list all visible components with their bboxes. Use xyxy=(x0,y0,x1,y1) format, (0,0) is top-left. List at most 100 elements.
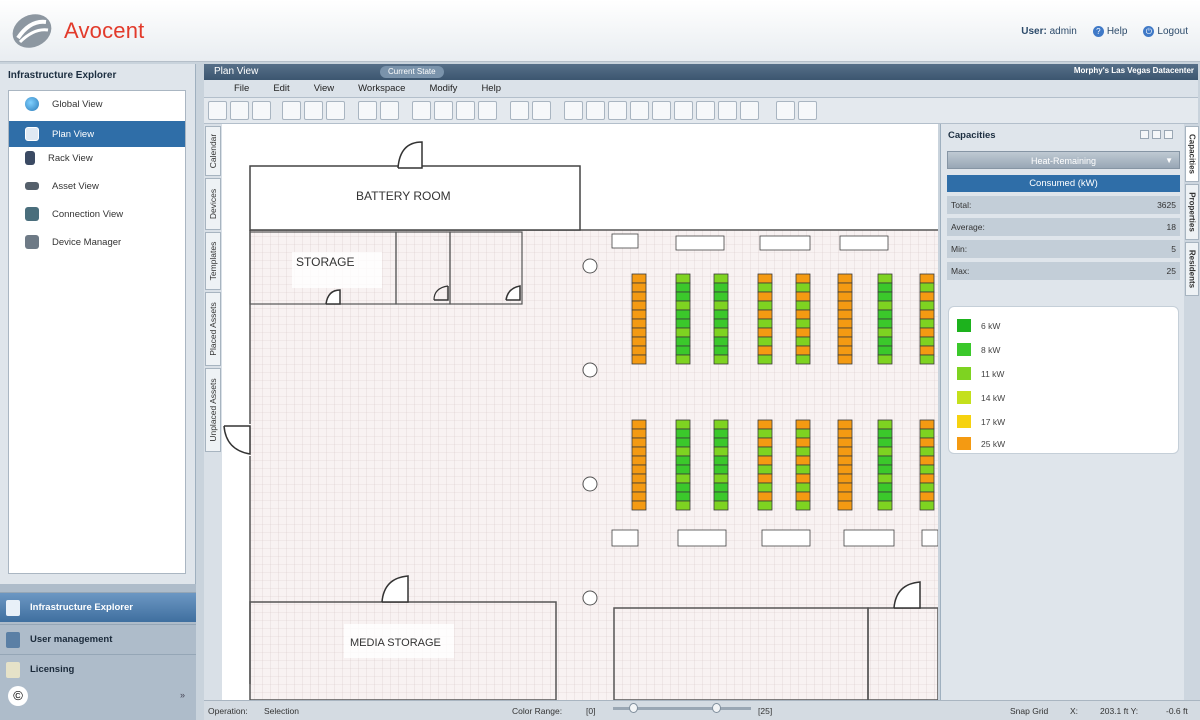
rack-unit[interactable] xyxy=(631,428,647,439)
rack-unit[interactable] xyxy=(713,291,729,302)
rack-unit[interactable] xyxy=(919,309,935,320)
rack-unit[interactable] xyxy=(837,273,853,284)
rack-unit[interactable] xyxy=(837,464,853,475)
rack-unit[interactable] xyxy=(675,482,691,493)
rack-unit[interactable] xyxy=(631,464,647,475)
rack-unit[interactable] xyxy=(631,327,647,338)
rack-unit[interactable] xyxy=(795,327,811,338)
rack-unit[interactable] xyxy=(631,482,647,493)
paste-icon[interactable] xyxy=(326,101,345,120)
rack-unit[interactable] xyxy=(675,354,691,365)
menu-workspace[interactable]: Workspace xyxy=(346,80,417,97)
rack-unit[interactable] xyxy=(631,300,647,311)
circle-tool-icon[interactable] xyxy=(652,101,671,120)
rack-unit[interactable] xyxy=(877,309,893,320)
nav-device-manager[interactable]: Device Manager xyxy=(9,229,185,255)
menu-modify[interactable]: Modify xyxy=(417,80,469,97)
rack-unit[interactable] xyxy=(795,446,811,457)
rack-unit[interactable] xyxy=(675,336,691,347)
rack-unit[interactable] xyxy=(919,500,935,511)
rack-unit[interactable] xyxy=(837,318,853,329)
rack-unit[interactable] xyxy=(757,428,773,439)
rack-unit[interactable] xyxy=(877,446,893,457)
slider-max-handle[interactable] xyxy=(712,703,721,713)
rack-unit[interactable] xyxy=(795,500,811,511)
nav-plan-view[interactable]: Plan View xyxy=(9,121,185,147)
rack-unit[interactable] xyxy=(837,282,853,293)
window-tool-icon[interactable] xyxy=(740,101,759,120)
rack-unit[interactable] xyxy=(795,318,811,329)
rack-unit[interactable] xyxy=(877,273,893,284)
zoom-reset-icon[interactable] xyxy=(478,101,497,120)
rack-unit[interactable] xyxy=(757,419,773,430)
rack-unit[interactable] xyxy=(631,354,647,365)
rack-unit[interactable] xyxy=(675,491,691,502)
rack-unit[interactable] xyxy=(757,437,773,448)
undo-icon[interactable] xyxy=(358,101,377,120)
rack-unit[interactable] xyxy=(877,354,893,365)
rack-unit[interactable] xyxy=(713,446,729,457)
rack-unit[interactable] xyxy=(795,482,811,493)
rack-unit[interactable] xyxy=(837,345,853,356)
rack-unit[interactable] xyxy=(837,336,853,347)
rack-unit[interactable] xyxy=(631,500,647,511)
rack-unit[interactable] xyxy=(919,437,935,448)
rack-unit[interactable] xyxy=(675,318,691,329)
rack-unit[interactable] xyxy=(675,300,691,311)
rack-unit[interactable] xyxy=(757,464,773,475)
cooling-unit[interactable] xyxy=(843,529,895,547)
rack-unit[interactable] xyxy=(757,491,773,502)
rack-unit[interactable] xyxy=(837,500,853,511)
rack-unit[interactable] xyxy=(919,419,935,430)
rack-unit[interactable] xyxy=(631,473,647,484)
image-tool-icon[interactable] xyxy=(630,101,649,120)
slider-min-handle[interactable] xyxy=(629,703,638,713)
cooling-unit[interactable] xyxy=(611,529,639,547)
angle-tool-icon[interactable] xyxy=(608,101,627,120)
redo-icon[interactable] xyxy=(380,101,399,120)
copy-icon[interactable] xyxy=(304,101,323,120)
rack-unit[interactable] xyxy=(631,309,647,320)
cooling-unit[interactable] xyxy=(761,529,811,547)
rack-unit[interactable] xyxy=(877,491,893,502)
rack-unit[interactable] xyxy=(877,336,893,347)
rack-unit[interactable] xyxy=(713,336,729,347)
zoom-in-icon[interactable] xyxy=(412,101,431,120)
section-infrastructure-explorer[interactable]: Infrastructure Explorer xyxy=(0,592,196,622)
rack-unit[interactable] xyxy=(837,455,853,466)
rack-unit[interactable] xyxy=(675,455,691,466)
rack-unit[interactable] xyxy=(877,300,893,311)
capacity-type-select[interactable]: Heat-Remaining ▼ xyxy=(947,151,1180,169)
rack-unit[interactable] xyxy=(631,336,647,347)
rack-unit[interactable] xyxy=(877,482,893,493)
rack-unit[interactable] xyxy=(795,300,811,311)
section-user-management[interactable]: User management xyxy=(0,624,196,654)
rack-unit[interactable] xyxy=(757,318,773,329)
rack-unit[interactable] xyxy=(675,473,691,484)
rack-unit[interactable] xyxy=(795,282,811,293)
rack-unit[interactable] xyxy=(675,327,691,338)
layer-icon[interactable] xyxy=(776,101,795,120)
rack-unit[interactable] xyxy=(675,345,691,356)
rack-unit[interactable] xyxy=(713,491,729,502)
rack-unit[interactable] xyxy=(795,273,811,284)
rack-unit[interactable] xyxy=(757,291,773,302)
tab-capacities[interactable]: Capacities xyxy=(1185,126,1199,182)
tab-residents[interactable]: Residents xyxy=(1185,242,1199,296)
tab-properties[interactable]: Properties xyxy=(1185,184,1199,240)
floor-plan-canvas[interactable]: BATTERY ROOM STORAGE MEDIA STORAGE xyxy=(222,124,938,700)
rack-unit[interactable] xyxy=(919,354,935,365)
rack-unit[interactable] xyxy=(757,354,773,365)
rack-unit[interactable] xyxy=(837,291,853,302)
cooling-unit[interactable] xyxy=(675,235,725,251)
layers-icon[interactable] xyxy=(798,101,817,120)
rack-unit[interactable] xyxy=(877,419,893,430)
cooling-unit[interactable] xyxy=(677,529,727,547)
new-icon[interactable] xyxy=(208,101,227,120)
cooling-unit[interactable] xyxy=(611,233,639,249)
rack-unit[interactable] xyxy=(675,273,691,284)
rack-unit[interactable] xyxy=(877,318,893,329)
rack-unit[interactable] xyxy=(631,437,647,448)
tab-unplaced-assets[interactable]: Unplaced Assets xyxy=(205,368,221,452)
rack-unit[interactable] xyxy=(631,318,647,329)
